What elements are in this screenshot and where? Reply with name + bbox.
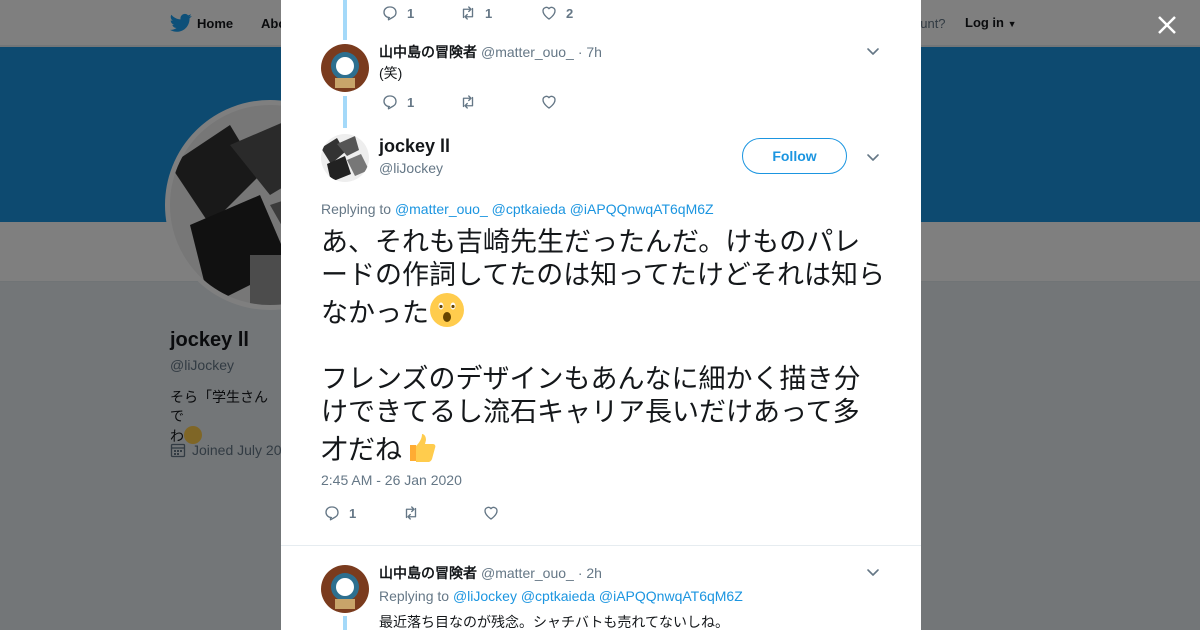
tweet-permalink-modal: 1 1 2 山中島の冒険者 @matter_ouo_ · 7h (笑) 1 jo… (281, 0, 921, 630)
avatar[interactable] (321, 565, 369, 613)
avatar-image (321, 565, 369, 613)
tweet-time[interactable]: · 7h (578, 44, 602, 60)
retweet-count: 1 (485, 5, 493, 21)
thread-connector (343, 96, 347, 128)
mention-link[interactable]: @cptkaieda (521, 588, 595, 604)
like-action[interactable] (540, 93, 558, 111)
reply-action[interactable]: 1 (323, 504, 356, 522)
reply-count: 1 (407, 94, 415, 110)
replying-to-label: Replying to (321, 201, 392, 217)
retweet-action[interactable] (459, 93, 477, 111)
author-handle[interactable]: @liJockey (379, 160, 443, 176)
tweet-time[interactable]: · 2h (578, 565, 602, 581)
replying-to-label: Replying to (379, 588, 450, 604)
replying-to: Replying to @liJockey @cptkaieda @iAPQQn… (379, 588, 743, 604)
astonished-face-emoji-icon (430, 293, 464, 327)
reply-count: 1 (407, 5, 415, 21)
like-action[interactable] (482, 504, 500, 522)
user-handle[interactable]: @matter_ouo_ (481, 565, 574, 581)
avatar-image (321, 44, 369, 92)
avatar[interactable] (321, 134, 369, 182)
tweet-paragraph: あ、それも吉崎先生だったんだ。けものパレードの作詞してたのは知ってたけどそれは知… (321, 227, 886, 329)
tweet-text: あ、それも吉崎先生だったんだ。けものパレードの作詞してたのは知ってたけどそれは知… (321, 226, 886, 467)
follow-button[interactable]: Follow (742, 138, 847, 174)
chevron-down-icon[interactable] (865, 43, 881, 59)
reply-icon (325, 506, 339, 521)
mention-link[interactable]: @matter_ouo_ (395, 201, 488, 217)
heart-icon (542, 95, 556, 109)
thread-connector (343, 616, 347, 630)
retweet-action[interactable] (402, 504, 420, 522)
like-action[interactable]: 2 (540, 4, 573, 22)
reply-icon (383, 6, 397, 21)
thumbs-up-emoji-icon (410, 434, 436, 462)
tweet-text: 最近落ち目なのが残念。シャチバトも売れてないしね。 (379, 614, 729, 630)
retweet-icon (405, 506, 417, 520)
mention-link[interactable]: @iAPQQnwqAT6qM6Z (570, 201, 714, 217)
reply-action[interactable]: 1 (381, 93, 414, 111)
avatar[interactable] (321, 44, 369, 92)
reply-icon (383, 95, 397, 110)
heart-icon (542, 6, 556, 20)
divider (281, 545, 921, 546)
tweet-text: (笑) (379, 65, 403, 81)
reply-count: 1 (349, 505, 357, 521)
replying-to: Replying to @matter_ouo_ @cptkaieda @iAP… (321, 201, 714, 217)
user-name[interactable]: 山中島の冒険者 (379, 563, 477, 583)
chevron-down-icon[interactable] (865, 149, 881, 165)
mention-link[interactable]: @cptkaieda (492, 201, 566, 217)
heart-icon (484, 506, 498, 520)
mention-link[interactable]: @iAPQQnwqAT6qM6Z (599, 588, 743, 604)
tweet-header: 山中島の冒険者 @matter_ouo_ · 2h (379, 563, 602, 583)
retweet-action[interactable]: 1 (459, 4, 492, 22)
thread-connector (343, 0, 347, 40)
mention-link[interactable]: @liJockey (453, 588, 517, 604)
tweet-header: 山中島の冒険者 @matter_ouo_ · 7h (379, 42, 602, 62)
tweet-timestamp[interactable]: 2:45 AM - 26 Jan 2020 (321, 472, 462, 488)
user-handle[interactable]: @matter_ouo_ (481, 44, 574, 60)
retweet-icon (462, 95, 474, 109)
close-icon[interactable] (1154, 12, 1180, 38)
reply-action[interactable]: 1 (381, 4, 414, 22)
user-name[interactable]: 山中島の冒険者 (379, 42, 477, 62)
retweet-icon (462, 6, 474, 20)
chevron-down-icon[interactable] (865, 564, 881, 580)
author-name[interactable]: jockey ll (379, 136, 450, 157)
like-count: 2 (566, 5, 574, 21)
avatar-image (321, 134, 369, 182)
